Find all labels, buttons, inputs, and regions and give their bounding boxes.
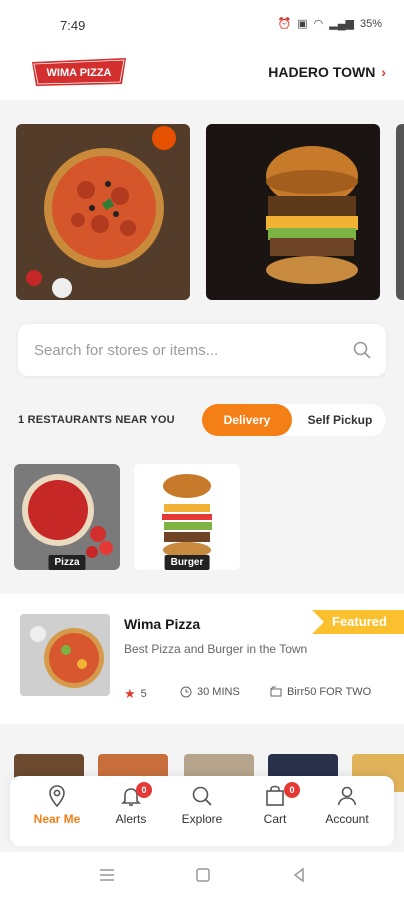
- search-bar[interactable]: [18, 324, 386, 376]
- vibrate-icon: ▣: [297, 18, 308, 30]
- category-burger[interactable]: Burger: [134, 464, 240, 570]
- main-content: 1 RESTAURANTS NEAR YOU Delivery Self Pic…: [0, 100, 404, 880]
- home-icon[interactable]: [194, 866, 212, 884]
- pizza-promo-slide[interactable]: [16, 124, 190, 300]
- featured-badge: Featured: [312, 610, 404, 634]
- user-icon: [337, 786, 357, 806]
- price-value: Birr50 FOR TWO: [287, 686, 372, 698]
- bottom-navigation: Near Me 0 Alerts Explore 0 Cart Account: [10, 776, 394, 846]
- store-description: Best Pizza and Burger in the Town: [124, 642, 308, 656]
- alerts-badge: 0: [136, 782, 152, 798]
- restaurants-near-count: 1 RESTAURANTS NEAR YOU: [18, 414, 175, 426]
- delivery-option[interactable]: Delivery: [202, 404, 292, 436]
- brand-logo[interactable]: WIMA PIZZA: [30, 56, 128, 88]
- nav-account[interactable]: Account: [312, 784, 382, 840]
- system-navigation-bar: [0, 852, 404, 900]
- battery-text: 35%: [359, 17, 382, 30]
- category-list: Pizza Burger: [0, 464, 404, 580]
- nav-label: Alerts: [115, 812, 147, 826]
- price-for-two: Birr50 FOR TWO: [270, 686, 371, 698]
- map-pin-icon: [49, 785, 65, 808]
- status-icons: ⏰ ▣ ◠ ▂▄▆ 35%: [277, 17, 382, 31]
- clock-icon: [180, 686, 192, 698]
- menu-icon[interactable]: [98, 866, 116, 884]
- back-icon[interactable]: [290, 866, 308, 884]
- nav-label: Account: [325, 812, 369, 826]
- location-selector[interactable]: HADERO TOWN ›: [268, 64, 386, 80]
- app-header: WIMA PIZZA HADERO TOWN ›: [0, 44, 404, 100]
- wallet-icon: [270, 686, 282, 697]
- nav-label: Explore: [181, 812, 223, 826]
- promo-carousel[interactable]: [0, 124, 404, 300]
- signal-icon: ▂▄▆: [329, 18, 354, 30]
- wifi-icon: ◠: [313, 18, 324, 30]
- category-label: Burger: [164, 555, 210, 570]
- delivery-time-value: 30 MINS: [197, 686, 240, 698]
- category-label: Pizza: [48, 555, 86, 570]
- alarm-icon: ⏰: [277, 18, 292, 30]
- nav-cart[interactable]: 0 Cart: [240, 782, 310, 840]
- nav-label: Cart: [263, 812, 287, 826]
- nav-alerts[interactable]: 0 Alerts: [96, 782, 166, 840]
- store-card[interactable]: Wima Pizza Best Pizza and Burger in the …: [0, 594, 404, 724]
- self-pickup-option[interactable]: Self Pickup: [294, 404, 386, 436]
- next-promo-slide[interactable]: [396, 124, 404, 300]
- nav-explore[interactable]: Explore: [167, 784, 237, 840]
- brand-logo-text: WIMA PIZZA: [47, 67, 112, 79]
- pizza-image: [16, 124, 190, 300]
- store-rating: ★ 5: [124, 686, 147, 702]
- delivery-time: 30 MINS: [180, 686, 240, 698]
- search-input[interactable]: [34, 324, 334, 376]
- burger-image: [206, 124, 380, 300]
- search-icon: [192, 786, 212, 806]
- nav-near-me[interactable]: Near Me: [22, 784, 92, 840]
- location-label: HADERO TOWN: [268, 64, 376, 80]
- rating-value: 5: [140, 688, 147, 700]
- chevron-right-icon: ›: [381, 64, 386, 80]
- search-icon[interactable]: [352, 340, 372, 360]
- store-name: Wima Pizza: [124, 616, 201, 632]
- filter-row: 1 RESTAURANTS NEAR YOU Delivery Self Pic…: [0, 404, 404, 436]
- status-time: 7:49: [60, 18, 86, 33]
- star-icon: ★: [124, 686, 136, 701]
- order-type-toggle[interactable]: Delivery Self Pickup: [202, 404, 386, 436]
- store-thumbnail: [20, 614, 110, 696]
- status-bar: 7:49 ⏰ ▣ ◠ ▂▄▆ 35%: [0, 0, 404, 44]
- cart-badge: 0: [284, 782, 300, 798]
- burger-promo-slide[interactable]: [206, 124, 380, 300]
- category-pizza[interactable]: Pizza: [14, 464, 120, 570]
- nav-label: Near Me: [33, 812, 81, 826]
